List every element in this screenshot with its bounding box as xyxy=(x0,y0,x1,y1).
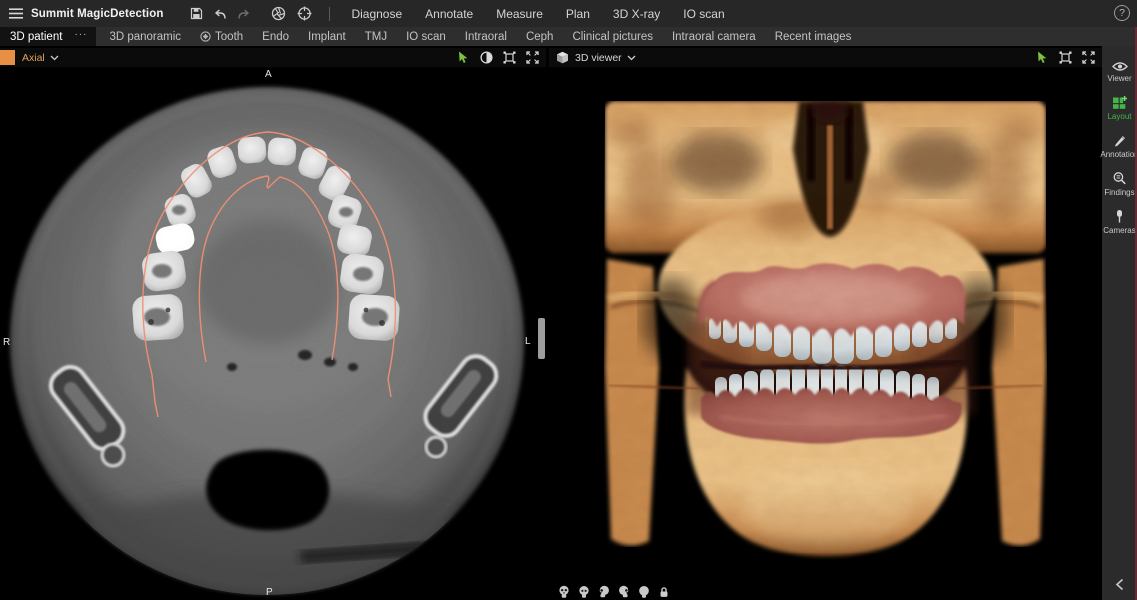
collapse-panel-chevron-icon[interactable] xyxy=(1112,576,1128,592)
sidebar-label: Cameras xyxy=(1103,226,1135,235)
cube-icon xyxy=(556,51,569,64)
workspace: Axial xyxy=(0,46,1137,600)
axial-viewport: Axial xyxy=(0,48,546,600)
tab-ceph[interactable]: Ceph xyxy=(525,31,555,43)
skull-right-icon[interactable] xyxy=(616,584,631,599)
application-window: Summit MagicDetection Diagnose Annotate xyxy=(0,0,1137,600)
tab-implant[interactable]: Implant xyxy=(307,31,347,43)
help-icon[interactable]: ? xyxy=(1114,5,1130,21)
menu-io-scan[interactable]: IO scan xyxy=(683,7,724,21)
3d-view-dropdown[interactable]: 3D viewer xyxy=(575,52,636,64)
skull-left-icon[interactable] xyxy=(596,584,611,599)
top-menu-bar: Summit MagicDetection Diagnose Annotate xyxy=(0,0,1137,27)
3d-volume-render[interactable] xyxy=(549,67,1102,600)
menu-diagnose[interactable]: Diagnose xyxy=(351,7,402,21)
orientation-label-posterior: P xyxy=(266,587,273,598)
toolbar-divider xyxy=(329,7,330,21)
sidebar-item-findings[interactable]: Findings xyxy=(1102,169,1137,207)
fullscreen-icon[interactable] xyxy=(525,51,539,65)
save-icon[interactable] xyxy=(187,5,205,23)
menu-measure[interactable]: Measure xyxy=(496,7,543,21)
fullscreen-icon[interactable] xyxy=(1081,51,1095,65)
tab-intraoral[interactable]: Intraoral xyxy=(464,31,508,43)
tab-3d-patient[interactable]: 3D patient xyxy=(0,27,72,46)
pencil-icon xyxy=(1113,131,1127,148)
orientation-label-right: R xyxy=(3,337,10,348)
menu-plan[interactable]: Plan xyxy=(566,7,590,21)
skull-front-icon[interactable] xyxy=(556,584,571,599)
tab-endo[interactable]: Endo xyxy=(261,31,290,43)
undo-icon[interactable] xyxy=(211,5,229,23)
tab-tmj[interactable]: TMJ xyxy=(364,31,388,43)
cursor-icon[interactable] xyxy=(1035,51,1049,65)
chevron-down-icon xyxy=(627,55,636,61)
workspace-tab-bar: 3D patient ··· 3D panoramic Tooth Endo I… xyxy=(0,27,1137,46)
redo-icon[interactable] xyxy=(235,5,253,23)
tab-recent-images[interactable]: Recent images xyxy=(774,31,853,43)
sidebar-label: Viewer xyxy=(1107,74,1131,83)
main-menus: Diagnose Annotate Measure Plan 3D X-ray … xyxy=(351,7,724,21)
axial-color-tag xyxy=(0,50,15,65)
tab-label: 3D patient xyxy=(10,31,62,43)
cursor-icon[interactable] xyxy=(456,51,470,65)
orientation-label-left: L xyxy=(525,336,531,347)
fit-view-icon[interactable] xyxy=(1058,51,1072,65)
eye-icon xyxy=(1112,55,1128,72)
layout-grid-icon xyxy=(1112,93,1127,110)
3d-viewport-header: 3D viewer xyxy=(549,48,1102,67)
skull-front-alt-icon[interactable] xyxy=(576,584,591,599)
3d-viewport: 3D viewer xyxy=(549,48,1102,600)
ct-axial-image[interactable] xyxy=(0,67,546,600)
sidebar-item-layout[interactable]: Layout xyxy=(1102,93,1137,131)
sidebar-label: Findings xyxy=(1104,188,1134,197)
axial-view-dropdown[interactable]: Axial xyxy=(22,52,59,64)
aperture-icon[interactable] xyxy=(269,5,287,23)
tab-clinical-pictures[interactable]: Clinical pictures xyxy=(571,31,654,43)
menu-3d-xray[interactable]: 3D X-ray xyxy=(613,7,660,21)
target-icon[interactable] xyxy=(295,5,313,23)
main-menu-icon[interactable] xyxy=(9,8,23,19)
menu-annotate[interactable]: Annotate xyxy=(425,7,473,21)
tab-io-scan[interactable]: IO scan xyxy=(405,31,447,43)
findings-search-icon xyxy=(1112,169,1127,186)
sidebar-label: Annotation xyxy=(1100,150,1137,159)
tooth-icon xyxy=(200,31,211,42)
contrast-icon[interactable] xyxy=(479,51,493,65)
sidebar-item-cameras[interactable]: Cameras xyxy=(1102,207,1137,245)
tab-3d-panoramic[interactable]: 3D panoramic xyxy=(108,31,182,43)
app-title: Summit MagicDetection xyxy=(31,8,163,20)
sidebar-item-viewer[interactable]: Viewer xyxy=(1102,55,1137,93)
fit-view-icon[interactable] xyxy=(502,51,516,65)
intraoral-camera-icon xyxy=(1115,207,1124,224)
tab-tooth[interactable]: Tooth xyxy=(199,31,244,43)
chevron-down-icon xyxy=(50,55,59,61)
sidebar-label: Layout xyxy=(1107,112,1131,121)
tab-intraoral-camera[interactable]: Intraoral camera xyxy=(671,31,757,43)
skull-back-icon[interactable] xyxy=(636,584,651,599)
orientation-label-anterior: A xyxy=(265,69,272,80)
tool-sidebar: Viewer Layout Annotation Findings xyxy=(1102,46,1137,600)
sidebar-item-annotation[interactable]: Annotation xyxy=(1102,131,1137,169)
view-lock-icon[interactable] xyxy=(656,584,671,599)
axial-viewport-header: Axial xyxy=(0,48,546,67)
slice-scrollbar-thumb[interactable] xyxy=(538,318,545,359)
orientation-presets xyxy=(556,584,671,599)
tab-overflow-button[interactable]: ··· xyxy=(72,27,96,46)
